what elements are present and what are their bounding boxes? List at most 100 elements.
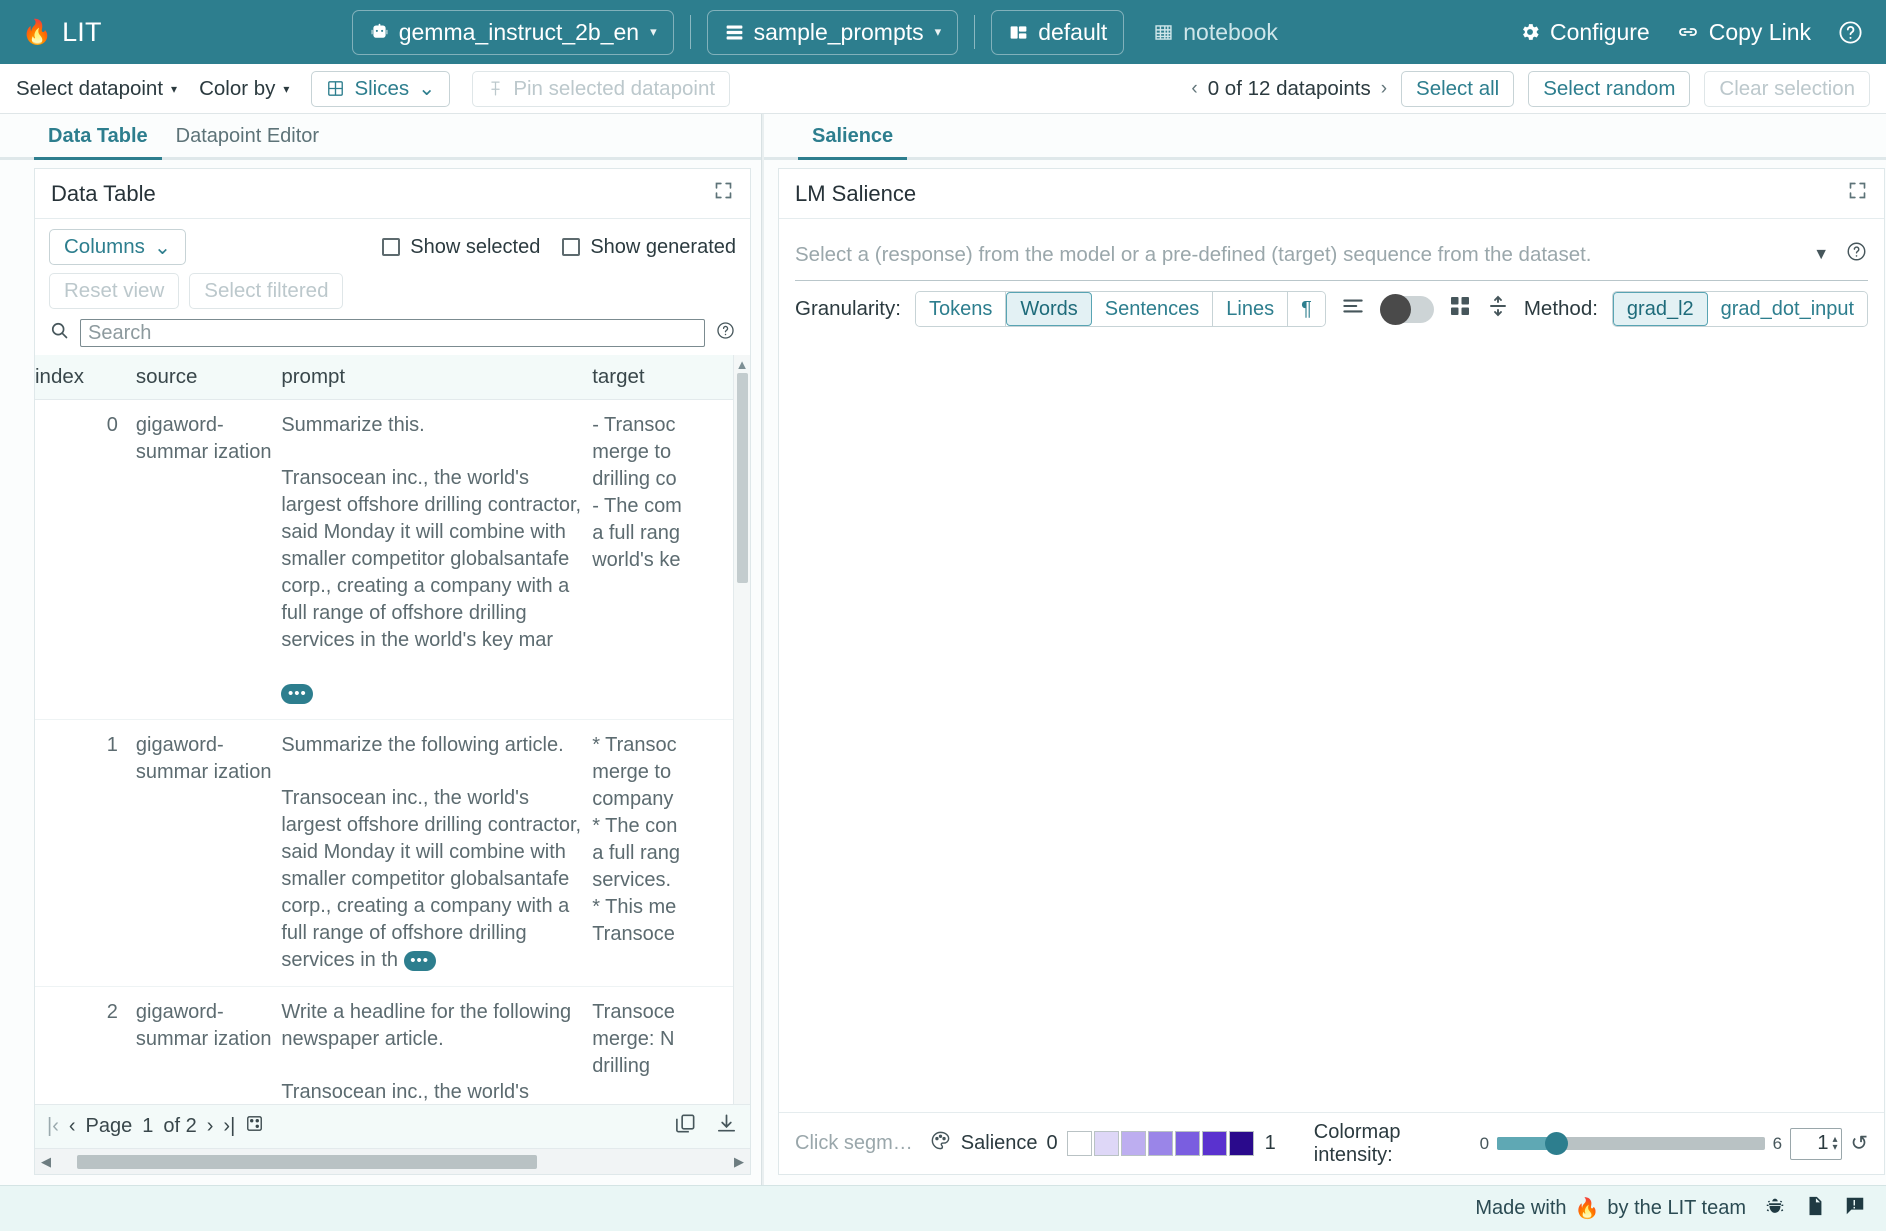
stepper-arrows[interactable]: ▴▾	[1832, 1136, 1837, 1152]
scroll-up-arrow-icon[interactable]: ▲	[736, 355, 749, 374]
text-align-icon[interactable]	[1340, 293, 1366, 325]
select-random-button[interactable]: Select random	[1528, 71, 1690, 107]
left-pane-tabs: Data Table Datapoint Editor	[0, 114, 761, 160]
granularity-option-words[interactable]: Words	[1006, 292, 1091, 326]
dataset-label: sample_prompts	[754, 19, 924, 46]
prev-datapoint-button[interactable]: ‹	[1191, 78, 1197, 100]
slider-knob[interactable]	[1545, 1132, 1568, 1155]
method-option-grad-l2[interactable]: grad_l2	[1613, 292, 1708, 326]
color-by-dropdown[interactable]: Color by ▾	[199, 77, 289, 101]
scroll-left-arrow-icon[interactable]: ◀	[41, 1154, 51, 1170]
reset-view-button[interactable]: Reset view	[49, 273, 179, 309]
granularity-option-paragraph[interactable]: ¶	[1288, 292, 1325, 326]
method-option-grad-dot-input[interactable]: grad_dot_input	[1708, 292, 1867, 326]
configure-button[interactable]: Configure	[1519, 19, 1650, 46]
granularity-option-tokens[interactable]: Tokens	[916, 292, 1006, 326]
select-filtered-button[interactable]: Select filtered	[189, 273, 343, 309]
data-table-viewport[interactable]: index source prompt target 0 gigaword-su…	[35, 355, 733, 1104]
salience-visualization-area[interactable]	[779, 337, 1884, 1112]
dataset-rows-icon	[724, 22, 745, 43]
grid-density-icon[interactable]	[1448, 294, 1472, 324]
next-page-button[interactable]: ›	[207, 1115, 214, 1138]
colormap-intensity-slider[interactable]	[1497, 1137, 1764, 1150]
help-circle-icon[interactable]	[1845, 240, 1868, 269]
table-row[interactable]: 2 gigaword-summar ization Write a headli…	[35, 987, 733, 1105]
colormap-intensity-stepper[interactable]: 1 ▴▾	[1790, 1128, 1842, 1160]
table-horizontal-scrollbar[interactable]: ◀ ▶	[35, 1148, 750, 1174]
colormap-intensity-label: Colormap intensity:	[1314, 1121, 1472, 1167]
help-circle-icon	[1837, 19, 1864, 46]
tab-salience[interactable]: Salience	[798, 125, 907, 157]
copy-link-button[interactable]: Copy Link	[1676, 19, 1811, 46]
column-header-target[interactable]: target	[592, 355, 733, 400]
prompt-expand[interactable]: •••	[281, 680, 584, 707]
table-row[interactable]: 0 gigaword-summar ization Summarize this…	[35, 400, 733, 720]
prompt-line: Write a headline for the following newsp…	[281, 999, 584, 1053]
cell-index: 0	[35, 400, 136, 720]
checkbox-box	[382, 238, 400, 256]
divider	[974, 15, 975, 49]
target-line: a full rang	[592, 520, 725, 547]
reset-icon[interactable]: ↺	[1850, 1131, 1868, 1156]
table-row[interactable]: 1 gigaword-summar ization Summarize the …	[35, 720, 733, 987]
dataset-selector[interactable]: sample_prompts ▾	[707, 10, 959, 55]
show-selected-checkbox[interactable]: Show selected	[382, 236, 540, 259]
scrollbar-thumb[interactable]	[737, 373, 748, 583]
next-datapoint-button[interactable]: ›	[1381, 78, 1387, 100]
granularity-option-lines[interactable]: Lines	[1213, 292, 1288, 326]
layout-notebook-button[interactable]: notebook	[1136, 10, 1295, 55]
pin-label: Pin selected datapoint	[513, 77, 715, 101]
show-generated-checkbox[interactable]: Show generated	[562, 236, 736, 259]
select-all-button[interactable]: Select all	[1401, 71, 1514, 107]
expand-icon[interactable]	[1847, 180, 1868, 207]
hscroll-track[interactable]	[57, 1155, 728, 1169]
color-swatch	[1121, 1131, 1146, 1156]
color-swatch	[1067, 1131, 1092, 1156]
clear-selection-button[interactable]: Clear selection	[1704, 71, 1870, 107]
expand-icon[interactable]	[713, 180, 734, 207]
search-input[interactable]	[80, 319, 705, 347]
scroll-right-arrow-icon[interactable]: ▶	[734, 1154, 744, 1170]
download-icon[interactable]	[715, 1112, 738, 1141]
document-icon[interactable]	[1804, 1195, 1826, 1223]
help-button[interactable]	[1837, 19, 1864, 46]
bug-icon[interactable]	[1764, 1195, 1786, 1223]
layout-default-button[interactable]: default	[991, 10, 1124, 55]
column-header-prompt[interactable]: prompt	[281, 355, 592, 400]
model-selector[interactable]: gemma_instruct_2b_en ▾	[352, 10, 674, 55]
target-line: merge to	[592, 439, 725, 466]
toggle-switch-off[interactable]	[1380, 296, 1434, 323]
data-table-header: Data Table	[35, 169, 750, 219]
column-header-source[interactable]: source	[136, 355, 281, 400]
hscroll-thumb[interactable]	[77, 1155, 537, 1169]
target-line: drilling	[592, 1053, 725, 1080]
feedback-icon[interactable]	[1844, 1195, 1866, 1223]
search-icon	[49, 320, 70, 346]
prev-page-button[interactable]: ‹	[69, 1115, 76, 1138]
tab-salience-label: Salience	[812, 125, 893, 147]
flame-icon: 🔥	[1575, 1196, 1600, 1221]
slices-grid-icon	[326, 79, 345, 98]
table-vertical-scrollbar[interactable]: ▲	[733, 355, 750, 1104]
granularity-option-sentences[interactable]: Sentences	[1092, 292, 1214, 326]
prompt-line: Transocean inc., the world's largest off…	[281, 465, 584, 654]
columns-button[interactable]: Columns ⌄	[49, 229, 186, 265]
tab-datapoint-editor[interactable]: Datapoint Editor	[162, 125, 333, 157]
salience-footer: Click segm… Salience 0	[779, 1112, 1884, 1174]
layout-notebook-label: notebook	[1183, 19, 1278, 46]
more-dots-badge[interactable]: •••	[404, 951, 436, 971]
vertical-split-icon[interactable]	[1486, 294, 1510, 324]
select-datapoint-dropdown[interactable]: Select datapoint ▾	[16, 77, 177, 101]
first-page-button[interactable]: |‹	[47, 1115, 59, 1138]
tab-data-table[interactable]: Data Table	[34, 125, 162, 157]
random-page-icon[interactable]	[245, 1114, 264, 1139]
column-header-index[interactable]: index	[35, 355, 136, 400]
search-help-icon[interactable]	[715, 320, 736, 346]
slices-button[interactable]: Slices ⌄	[311, 71, 450, 107]
pin-selected-datapoint-button[interactable]: Pin selected datapoint	[472, 71, 730, 107]
copy-icon[interactable]	[674, 1112, 697, 1141]
slider-min-label: 0	[1480, 1134, 1489, 1154]
chevron-down-icon[interactable]: ▼	[1813, 246, 1829, 264]
sequence-select[interactable]: Select a (response) from the model or a …	[795, 229, 1868, 281]
last-page-button[interactable]: ›|	[223, 1115, 235, 1138]
